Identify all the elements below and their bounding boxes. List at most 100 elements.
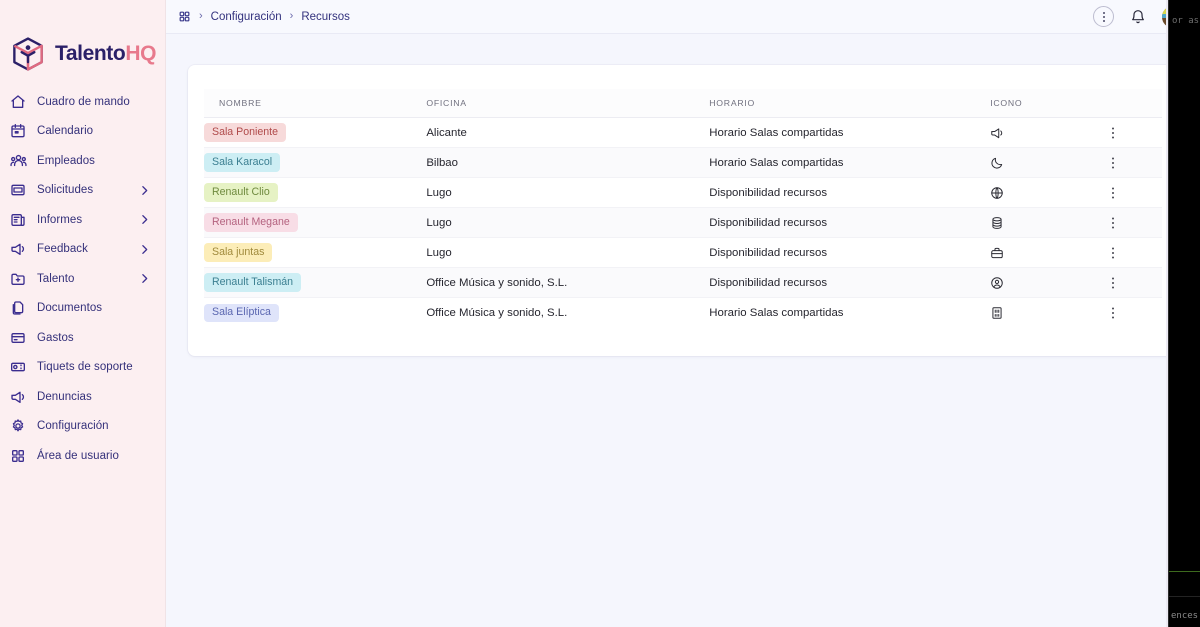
resources-card: NOMBRE OFICINA HORARIO ICONO Sala Ponien… bbox=[188, 65, 1178, 356]
table-row[interactable]: Sala Poniente Alicante Horario Salas compa… bbox=[204, 117, 1162, 148]
brand-logo[interactable]: TalentoHQ bbox=[0, 0, 165, 78]
megaphone-icon bbox=[9, 240, 27, 258]
kebab-menu-icon[interactable] bbox=[1105, 305, 1121, 321]
chevron-right-icon bbox=[138, 272, 151, 285]
cell-nombre: Sala Elíptica bbox=[204, 298, 426, 328]
cell-oficina: Lugo bbox=[426, 207, 710, 238]
inbox-icon bbox=[9, 181, 27, 199]
resource-name-badge[interactable]: Renault Clio bbox=[204, 183, 278, 202]
sidebar-item-label: Feedback bbox=[37, 243, 88, 256]
column-header-horario[interactable]: HORARIO bbox=[709, 89, 991, 118]
resource-name-badge[interactable]: Sala juntas bbox=[204, 243, 273, 262]
sidebar-item-label: Empleados bbox=[37, 154, 95, 167]
cell-actions bbox=[1101, 207, 1162, 238]
bell-icon[interactable] bbox=[1130, 9, 1146, 25]
sidebar-item-label: Documentos bbox=[37, 302, 103, 315]
brand-name-primary: Talento bbox=[55, 42, 126, 65]
breadcrumb-item-configuracion[interactable]: Configuración bbox=[211, 11, 282, 23]
sidebar-item-tiquets-de-soporte[interactable]: Tiquets de soporte bbox=[0, 353, 165, 383]
calendar-icon bbox=[9, 122, 27, 140]
column-header-icono[interactable]: ICONO bbox=[990, 89, 1102, 118]
cube-person-logo-icon bbox=[8, 34, 48, 74]
sidebar-item-talento[interactable]: Talento bbox=[0, 264, 165, 294]
cell-oficina: Lugo bbox=[426, 237, 710, 268]
sidebar-item-empleados[interactable]: Empleados bbox=[0, 146, 165, 176]
resource-name-badge[interactable]: Sala Poniente bbox=[204, 123, 286, 142]
cell-icono bbox=[990, 267, 1102, 298]
sidebar-item-documentos[interactable]: Documentos bbox=[0, 294, 165, 324]
table-row[interactable]: Sala Elíptica Office Música y sonido, S.L… bbox=[204, 298, 1162, 328]
card-icon bbox=[9, 329, 27, 347]
brand-name: TalentoHQ bbox=[55, 42, 156, 66]
gear-icon bbox=[9, 417, 27, 435]
resource-name-badge[interactable]: Renault Talismán bbox=[204, 273, 302, 292]
cell-oficina: Office Música y sonido, S.L. bbox=[426, 267, 710, 298]
cell-oficina: Lugo bbox=[426, 177, 710, 208]
sidebar-item-label: Solicitudes bbox=[37, 184, 94, 197]
sidebar-item-denuncias[interactable]: Denuncias bbox=[0, 382, 165, 412]
cell-nombre: Renault Talismán bbox=[204, 267, 427, 298]
topbar: › Configuración › Recursos bbox=[166, 0, 1200, 34]
ticket-icon bbox=[9, 358, 27, 376]
sidebar-item-feedback[interactable]: Feedback bbox=[0, 235, 165, 265]
cell-oficina: Bilbao bbox=[426, 147, 710, 178]
table-row[interactable]: Sala Karacol Bilbao Horario Salas comparti… bbox=[204, 147, 1162, 178]
column-header-nombre[interactable]: NOMBRE bbox=[204, 89, 427, 118]
sidebar-item-label: Área de usuario bbox=[37, 449, 119, 462]
cell-horario: Horario Salas compartidas bbox=[709, 147, 991, 178]
sidebar-item-area-de-usuario[interactable]: Área de usuario bbox=[0, 441, 165, 471]
sidebar-item-label: Talento bbox=[37, 272, 75, 285]
sidebar-nav: Cuadro de mando Calendario Empleados Sol… bbox=[0, 78, 165, 471]
sidebar-item-solicitudes[interactable]: Solicitudes bbox=[0, 176, 165, 206]
cell-icono bbox=[990, 298, 1101, 328]
cell-oficina: Alicante bbox=[426, 117, 710, 148]
table-row[interactable]: Renault Clio Lugo Disponibilidad recursos bbox=[204, 177, 1162, 208]
building-icon bbox=[990, 306, 1101, 320]
cell-icono bbox=[990, 177, 1102, 208]
cell-nombre: Renault Clio bbox=[204, 177, 427, 208]
resource-name-badge[interactable]: Sala Karacol bbox=[204, 153, 281, 172]
table-row[interactable]: Sala juntas Lugo Disponibilidad recursos bbox=[204, 237, 1162, 268]
sidebar-item-informes[interactable]: Informes bbox=[0, 205, 165, 235]
kebab-menu-icon[interactable] bbox=[1105, 125, 1121, 141]
sidebar-item-calendario[interactable]: Calendario bbox=[0, 117, 165, 147]
column-header-oficina[interactable]: OFICINA bbox=[426, 89, 710, 118]
documents-icon bbox=[9, 299, 27, 317]
more-options-button[interactable] bbox=[1093, 6, 1114, 27]
globe-icon bbox=[990, 186, 1101, 200]
sidebar-item-configuracion[interactable]: Configuración bbox=[0, 412, 165, 442]
cell-icono bbox=[990, 117, 1102, 148]
grid-apps-icon[interactable] bbox=[178, 10, 191, 23]
resource-name-badge[interactable]: Sala Elíptica bbox=[204, 303, 279, 322]
table-row[interactable]: Renault Talismán Office Música y sonido, … bbox=[204, 267, 1162, 298]
kebab-menu-icon[interactable] bbox=[1105, 155, 1121, 171]
table-row[interactable]: Renault Megane Lugo Disponibilidad recurso… bbox=[204, 207, 1162, 238]
sidebar: TalentoHQ Cuadro de mando Calendario Emp… bbox=[0, 0, 166, 627]
kebab-menu-icon[interactable] bbox=[1105, 215, 1121, 231]
sidebar-item-label: Configuración bbox=[37, 420, 109, 433]
sidebar-item-gastos[interactable]: Gastos bbox=[0, 323, 165, 353]
resource-name-badge[interactable]: Renault Megane bbox=[204, 213, 298, 232]
sidebar-item-label: Informes bbox=[37, 213, 83, 226]
cell-horario: Disponibilidad recursos bbox=[709, 177, 991, 208]
cell-horario: Disponibilidad recursos bbox=[709, 267, 991, 298]
brand-name-accent: HQ bbox=[125, 42, 157, 65]
right-panel-divider bbox=[1169, 571, 1200, 572]
home-icon bbox=[9, 93, 27, 111]
cell-horario: Disponibilidad recursos bbox=[709, 207, 991, 238]
cell-horario: Disponibilidad recursos bbox=[709, 237, 991, 268]
cell-icono bbox=[990, 237, 1102, 268]
breadcrumb-item-recursos[interactable]: Recursos bbox=[301, 11, 350, 23]
kebab-menu-icon[interactable] bbox=[1105, 245, 1121, 261]
megaphone-icon bbox=[990, 126, 1101, 140]
cell-actions bbox=[1101, 237, 1162, 268]
cell-actions bbox=[1101, 147, 1162, 178]
kebab-menu-icon[interactable] bbox=[1105, 185, 1121, 201]
report-icon bbox=[9, 211, 27, 229]
kebab-menu-icon[interactable] bbox=[1105, 275, 1121, 291]
column-header-actions bbox=[1101, 89, 1162, 118]
sidebar-item-label: Gastos bbox=[37, 331, 74, 344]
sidebar-item-cuadro-de-mando[interactable]: Cuadro de mando bbox=[0, 87, 165, 117]
right-panel-text-top: or as bbox=[1172, 16, 1200, 26]
table-body: Sala Poniente Alicante Horario Salas compa… bbox=[204, 117, 1162, 328]
